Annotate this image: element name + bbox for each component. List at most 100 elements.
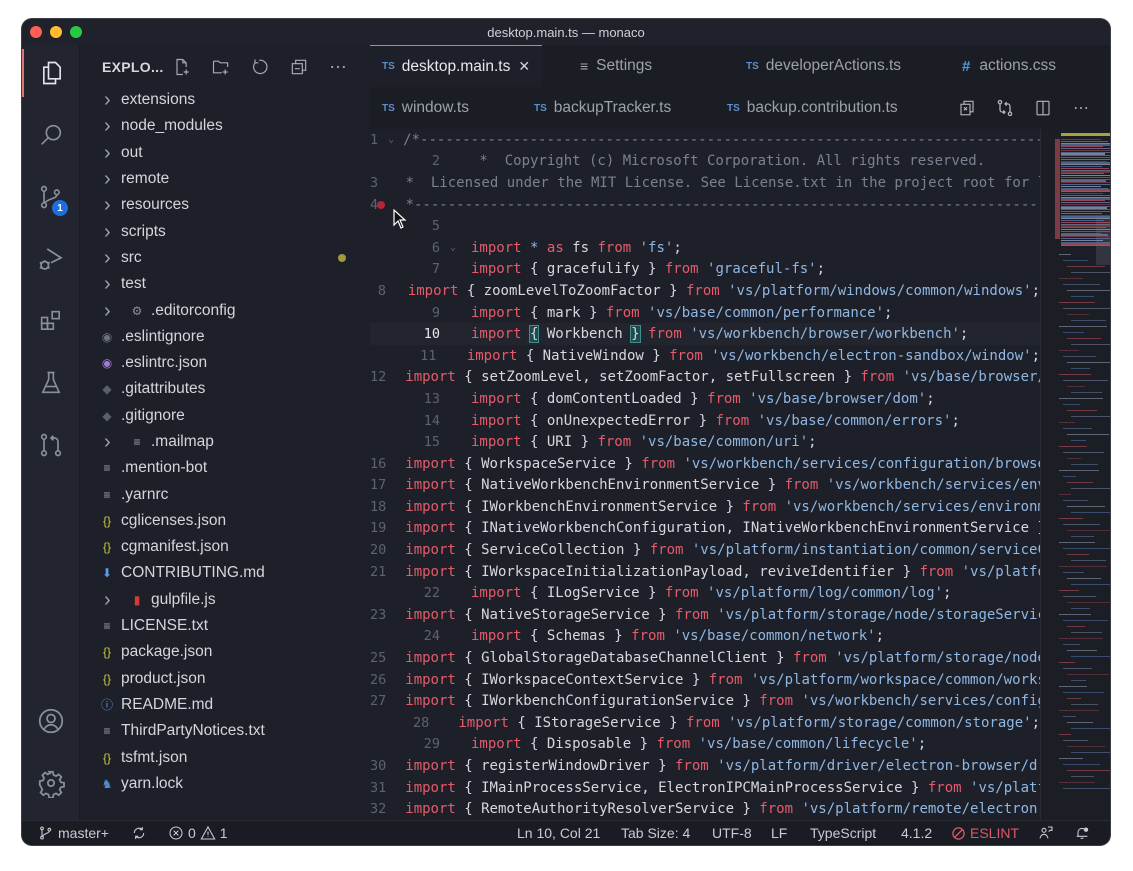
- tree-item-product-json[interactable]: {} product.json: [80, 666, 370, 692]
- fold-chevron-icon[interactable]: ⌄: [450, 242, 462, 253]
- tree-item-thirdpartynotices-txt[interactable]: ≡ ThirdPartyNotices.txt: [80, 718, 370, 744]
- tab-developeractions-ts[interactable]: TS developerActions.ts: [734, 45, 913, 87]
- activity-pull-requests[interactable]: [22, 421, 80, 469]
- code-token: from: [708, 671, 743, 688]
- ts-version[interactable]: 4.1.2: [901, 825, 932, 841]
- eslint-status[interactable]: ESLINT: [951, 825, 1019, 841]
- file-type-icon: {}: [102, 671, 111, 686]
- collapse-all-button[interactable]: [287, 55, 311, 79]
- activity-accounts[interactable]: [22, 697, 80, 745]
- tree-item-editorconfig[interactable]: › ⚙ .editorconfig: [80, 297, 370, 323]
- tab-settings[interactable]: ≡ Settings: [568, 45, 664, 87]
- tree-item-out[interactable]: › out: [80, 140, 370, 166]
- activity-bar: 1: [22, 45, 80, 820]
- tab-window-ts[interactable]: TS window.ts: [370, 87, 481, 129]
- minimap-line: [1059, 254, 1071, 256]
- minimap-line: [1059, 278, 1083, 280]
- language-mode[interactable]: TypeScript: [810, 825, 876, 841]
- refresh-button[interactable]: [248, 55, 272, 79]
- encoding[interactable]: UTF-8: [712, 825, 752, 841]
- code-editor[interactable]: 1 ⌄ /*------------------------------------…: [370, 129, 1040, 820]
- tree-item-scripts[interactable]: › scripts: [80, 218, 370, 244]
- activity-testing[interactable]: [22, 359, 80, 407]
- editor-more-button[interactable]: [1070, 97, 1092, 119]
- minimap[interactable]: [1040, 129, 1110, 820]
- branch-indicator[interactable]: master+: [38, 825, 109, 841]
- tree-item-resources[interactable]: › resources: [80, 192, 370, 218]
- tree-item-gitattributes[interactable]: ◆ .gitattributes: [80, 376, 370, 402]
- tree-item-contributing-md[interactable]: ⬇ CONTRIBUTING.md: [80, 560, 370, 586]
- activity-source-control[interactable]: 1: [22, 173, 80, 221]
- tab-desktop-main-ts[interactable]: TS desktop.main.ts ✕: [370, 45, 543, 87]
- code-token: ;: [917, 736, 927, 753]
- tab-backup-contribution-ts[interactable]: TS backup.contribution.ts: [715, 87, 910, 129]
- problems-indicator[interactable]: 0 1: [168, 825, 228, 841]
- tree-item-license-txt[interactable]: ≡ LICENSE.txt: [80, 613, 370, 639]
- tree-item-tsfmt-json[interactable]: {} tsfmt.json: [80, 744, 370, 770]
- tree-item-readme-md[interactable]: ⓘ README.md: [80, 692, 370, 718]
- new-folder-button[interactable]: [209, 55, 233, 79]
- new-file-button[interactable]: [170, 55, 194, 79]
- code-token: ;: [1031, 282, 1040, 299]
- close-all-button[interactable]: [956, 97, 978, 119]
- activity-search[interactable]: [22, 111, 80, 159]
- feedback-button[interactable]: [1038, 825, 1054, 841]
- split-editor-button[interactable]: [1032, 97, 1054, 119]
- tree-item-gulpfile-js[interactable]: › ▮ gulpfile.js: [80, 587, 370, 613]
- compare-changes-button[interactable]: [994, 97, 1016, 119]
- minimap-line: [1063, 428, 1092, 430]
- title-bar: desktop.main.ts — monaco: [22, 19, 1110, 45]
- close-window-button[interactable]: [30, 26, 42, 38]
- code-token: { WorkspaceService }: [455, 455, 642, 472]
- line-number: 18: [370, 498, 387, 515]
- tab-backuptracker-ts[interactable]: TS backupTracker.ts: [522, 87, 683, 129]
- tab-size[interactable]: Tab Size: 4: [621, 825, 690, 841]
- minimap-line: [1071, 632, 1102, 634]
- tree-item-test[interactable]: › test: [80, 271, 370, 297]
- tree-item-label: CONTRIBUTING.md: [121, 564, 265, 582]
- cursor-position[interactable]: Ln 10, Col 21: [517, 825, 600, 841]
- tree-item-gitignore[interactable]: ◆ .gitignore: [80, 403, 370, 429]
- minimize-window-button[interactable]: [50, 26, 62, 38]
- tree-item-eslintrc-json[interactable]: ◉ .eslintrc.json: [80, 350, 370, 376]
- tree-item-eslintignore[interactable]: ◉ .eslintignore: [80, 324, 370, 350]
- code-token: from: [784, 477, 819, 494]
- sync-button[interactable]: [131, 825, 147, 841]
- tree-item-src[interactable]: › src: [80, 245, 370, 271]
- tree-item-yarnrc[interactable]: ≡ .yarnrc: [80, 481, 370, 507]
- editor-tabs-row-2: TS window.ts TS backupTracker.ts TS backup.co…: [370, 87, 1110, 129]
- minimap-line: [1059, 398, 1103, 400]
- breakpoint-icon[interactable]: [377, 200, 385, 209]
- tree-item-cgmanifest-json[interactable]: {} cgmanifest.json: [80, 534, 370, 560]
- activity-run-debug[interactable]: [22, 235, 80, 283]
- tree-item-cglicenses-json[interactable]: {} cglicenses.json: [80, 508, 370, 534]
- notifications-button[interactable]: [1074, 825, 1090, 841]
- typescript-file-icon: TS: [746, 60, 759, 72]
- tree-item-extensions[interactable]: › extensions: [80, 87, 370, 113]
- new-folder-icon: [212, 60, 229, 75]
- end-of-line[interactable]: LF: [771, 825, 787, 841]
- activity-extensions[interactable]: [22, 297, 80, 345]
- minimap-line: [1063, 572, 1084, 574]
- file-type-icon: ⓘ: [100, 698, 113, 713]
- fold-chevron-icon[interactable]: ⌄: [388, 134, 394, 145]
- tree-item-remote[interactable]: › remote: [80, 166, 370, 192]
- maximize-window-button[interactable]: [70, 26, 82, 38]
- more-actions-button[interactable]: [326, 55, 350, 79]
- tree-item-mention-bot[interactable]: ≡ .mention-bot: [80, 455, 370, 481]
- tree-item-mailmap[interactable]: › ≡ .mailmap: [80, 429, 370, 455]
- code-token: from: [675, 758, 709, 775]
- minimap-line: [1063, 476, 1076, 478]
- tab-label: developerActions.ts: [765, 57, 902, 74]
- close-icon[interactable]: ✕: [518, 58, 530, 75]
- activity-explorer[interactable]: [22, 49, 80, 97]
- activity-manage[interactable]: [22, 759, 80, 807]
- tree-item-node-modules[interactable]: › node_modules: [80, 113, 370, 139]
- code-line: 32 import { RemoteAuthorityResolverServic…: [370, 798, 1040, 820]
- tree-item-yarn-lock[interactable]: ♞ yarn.lock: [80, 771, 370, 797]
- code-token: { IStorageService }: [508, 714, 686, 731]
- tab-actions-css[interactable]: # actions.css: [950, 45, 1068, 87]
- extensions-icon: [40, 310, 60, 330]
- tree-item-package-json[interactable]: {} package.json: [80, 639, 370, 665]
